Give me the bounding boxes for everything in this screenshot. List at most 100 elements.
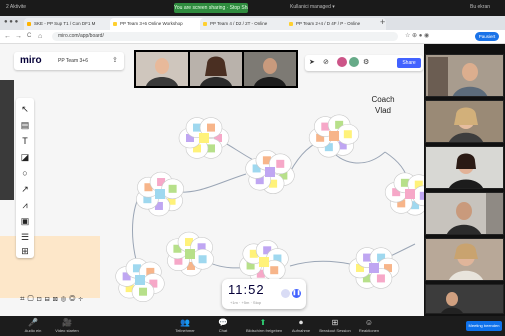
video-label: Video starten <box>55 328 79 333</box>
video-button[interactable]: 🎥 Video starten <box>50 318 84 335</box>
reactions-icon[interactable]: ⊘ <box>323 58 329 66</box>
pause-icon[interactable]: ❚❚ <box>292 289 301 298</box>
record-button[interactable]: ⏺ Aufnahme <box>284 318 318 335</box>
board-name[interactable]: PP Team 3+6 <box>58 58 88 64</box>
browser-tab[interactable]: SKE - PP Sup T1 / Con DF1 M <box>24 18 118 30</box>
upload-icon[interactable]: ⇪ <box>112 56 118 64</box>
sticky-flower-cluster[interactable] <box>178 117 230 159</box>
camera-icon: 🎥 <box>62 318 72 327</box>
participant-video[interactable] <box>425 238 504 281</box>
timer-value: 11:52 <box>228 282 265 297</box>
sticky-flower-cluster[interactable] <box>348 247 400 289</box>
share-screen-label: Bildschirm freigeben <box>246 328 283 333</box>
timer-stop-button[interactable] <box>281 289 290 298</box>
sticky-flower-cluster[interactable] <box>384 172 425 216</box>
left-video-strip <box>0 80 14 200</box>
more-tools-icon[interactable]: ⊞ <box>18 244 32 258</box>
sticky-note-icon[interactable]: ◪ <box>18 150 32 164</box>
avatar[interactable] <box>337 57 347 67</box>
mute-label: Audio ein <box>24 328 42 333</box>
center-sticky-note <box>265 167 275 177</box>
bottom-board-tools[interactable]: ⌗▢⊡⊟⊠⊛◎⊹ <box>20 290 150 308</box>
center-sticky-note <box>405 189 415 199</box>
participant-video[interactable] <box>136 52 188 86</box>
chat-button[interactable]: 💬 Chat <box>206 318 240 335</box>
back-icon[interactable]: ← <box>4 32 11 41</box>
sticky-note <box>276 159 285 168</box>
timer-controls-label[interactable]: +1m · +5m · Stop <box>230 300 261 305</box>
participant-video[interactable] <box>425 100 504 143</box>
text-tool-icon[interactable]: T <box>18 134 32 148</box>
shape-tool-icon[interactable]: ○ <box>18 166 32 180</box>
tab-favicon <box>203 22 207 26</box>
participants-button[interactable]: 👥 Teilnehmer <box>168 318 202 335</box>
center-sticky-note <box>259 257 269 267</box>
reactions-icon: ☺ <box>364 318 374 327</box>
sticky-flower-cluster[interactable] <box>239 240 289 284</box>
os-top-bar: 2 Aktivite You are screen sharing · Stop… <box>0 0 505 16</box>
sticky-flower-cluster[interactable] <box>136 171 184 217</box>
sticky-flower-cluster[interactable] <box>166 231 214 277</box>
center-sticky-note <box>329 131 339 141</box>
pen-tool-icon[interactable]: ⩘ <box>18 198 32 212</box>
avatar[interactable] <box>349 57 359 67</box>
participant-video[interactable] <box>425 54 504 97</box>
tab-label: SKE - PP Sup T1 / Con DF1 M <box>34 21 96 26</box>
user-menu[interactable]: Kullanici managed ▾ <box>290 4 335 10</box>
connector-tool-icon[interactable]: ↗ <box>18 182 32 196</box>
center-sticky-note <box>155 189 165 199</box>
extensions-icon[interactable]: ☆ ⊕ ● ◉ <box>405 32 429 39</box>
participant-video[interactable] <box>425 192 504 235</box>
participant-video[interactable] <box>190 52 242 86</box>
tab-label: PP Team 2+4 / D 4F / P - Online <box>296 21 361 26</box>
new-tab-icon[interactable]: + <box>380 17 385 27</box>
screen-share-indicator[interactable]: You are screen sharing · Stop Share <box>174 3 248 13</box>
miro-tool-palette: ↖ ▤ T ◪ ○ ↗ ⩘ ▣ ☰ ⊞ <box>16 98 34 258</box>
reactions-button[interactable]: ☺ Reaktionen <box>352 318 386 335</box>
forward-icon[interactable]: → <box>15 32 22 41</box>
profile-button[interactable]: Pausiert <box>475 32 499 41</box>
chat-icon: 💬 <box>218 318 228 327</box>
center-sticky-note <box>185 249 195 259</box>
browser-tab-active[interactable]: PP Team 3+6 Online Workshop <box>110 18 208 30</box>
participant-video[interactable] <box>425 146 504 189</box>
share-screen-button[interactable]: ⬆ Bildschirm freigeben <box>246 318 283 335</box>
timer-widget: 11:52 +1m · +5m · Stop ❚❚ <box>222 279 306 309</box>
cursor-icon[interactable]: ➤ <box>309 58 315 66</box>
share-button[interactable]: Share <box>397 58 421 68</box>
sticky-note <box>343 130 352 139</box>
mute-button[interactable]: 🎤 Audio ein <box>16 318 50 335</box>
center-sticky-note <box>135 275 145 285</box>
desktop-background-area <box>0 236 100 298</box>
breakout-label: Breakout Session <box>319 328 351 333</box>
grid-tool-icon[interactable]: ☰ <box>18 230 32 244</box>
breakout-button[interactable]: ⊞ Breakout Session <box>318 318 352 335</box>
window-controls-icon[interactable]: ● ● ● <box>4 19 18 25</box>
coach-label: Coach Vlad <box>371 95 395 115</box>
select-tool-icon[interactable]: ↖ <box>18 102 32 116</box>
frame-tool-icon[interactable]: ▤ <box>18 118 32 132</box>
end-meeting-button[interactable]: Meeting beenden <box>466 321 502 331</box>
sticky-note <box>270 266 279 275</box>
display-label: Bu ekran <box>470 4 491 10</box>
sticky-flower-cluster[interactable] <box>308 114 360 158</box>
url-bar[interactable]: miro.com/app/board/ <box>52 32 398 41</box>
participant-video[interactable] <box>425 284 504 314</box>
browser-tab-strip: ● ● ● SKE - PP Sup T1 / Con DF1 M PP Tea… <box>0 16 505 30</box>
browser-tab[interactable]: PP Team 4 / D2 / 2T - Online <box>200 18 294 30</box>
participant-video[interactable] <box>244 52 296 86</box>
chat-label: Chat <box>218 328 228 333</box>
reload-icon[interactable]: C <box>27 32 31 41</box>
zoom-meeting-toolbar: 🎤 Audio ein 🎥 Video starten 👥 Teilnehmer 💬 C… <box>0 316 505 336</box>
miro-logo[interactable]: miro <box>20 55 42 66</box>
browser-tab[interactable]: PP Team 2+4 / D 4F / P - Online <box>286 18 386 30</box>
tab-label: PP Team 3+6 Online Workshop <box>120 21 183 26</box>
activities-label[interactable]: 2 Aktivite <box>6 4 26 10</box>
sticky-note <box>198 255 207 264</box>
reactions-label: Reaktionen <box>358 328 380 333</box>
comment-tool-icon[interactable]: ▣ <box>18 214 32 228</box>
center-sticky-note <box>199 133 209 143</box>
home-icon[interactable]: ⌂ <box>38 32 42 41</box>
settings-icon[interactable]: ⚙ <box>363 58 369 66</box>
sticky-flower-cluster[interactable] <box>245 149 295 195</box>
